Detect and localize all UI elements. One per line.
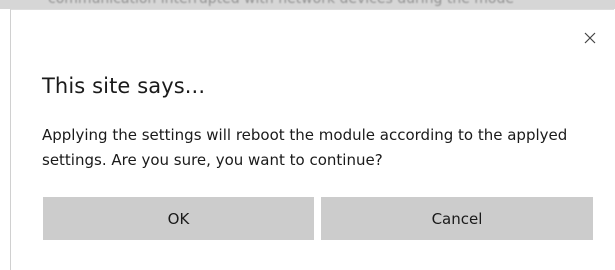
ok-button[interactable]: OK — [43, 197, 314, 240]
dialog-message: Applying the settings will reboot the mo… — [42, 126, 568, 169]
dialog-title: This site says... — [42, 74, 206, 98]
alert-dialog: This site says... Applying the settings … — [10, 9, 614, 270]
close-icon — [584, 32, 596, 44]
close-button[interactable] — [580, 28, 600, 48]
backdrop-page-text: communication interrupted with network d… — [48, 0, 568, 9]
cancel-button[interactable]: Cancel — [321, 197, 593, 240]
